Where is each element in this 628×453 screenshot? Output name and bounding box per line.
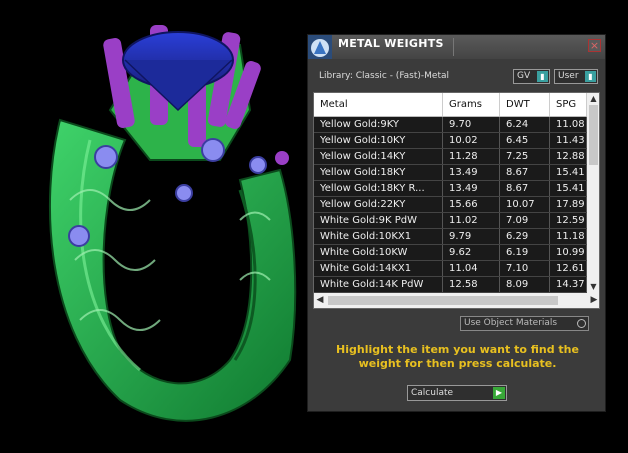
cell-metal: Yellow Gold:14KY [314, 149, 443, 164]
column-header-grams[interactable]: Grams [443, 93, 500, 116]
flask-icon [308, 35, 332, 59]
cell-grams: 12.58 [443, 277, 500, 292]
cell-spg: 15.41 [550, 181, 587, 196]
calculate-button[interactable]: Calculate ▶ [407, 385, 507, 401]
play-icon: ▶ [493, 387, 505, 399]
cell-dwt: 6.45 [500, 133, 550, 148]
cell-dwt: 6.24 [500, 117, 550, 132]
metal-weights-panel: METAL WEIGHTS × Library: Classic - (Fast… [307, 34, 606, 412]
user-select[interactable]: User ▮ [554, 69, 598, 84]
panel-title: METAL WEIGHTS [338, 37, 444, 50]
table-row[interactable]: Yellow Gold:10KY 10.02 6.45 11.43 [314, 133, 587, 149]
table-row[interactable]: White Gold:10KX1 9.79 6.29 11.18 [314, 229, 587, 245]
cell-grams: 9.70 [443, 117, 500, 132]
table-row[interactable]: Yellow Gold:14KY 11.28 7.25 12.88 [314, 149, 587, 165]
dropdown-icon: ▮ [537, 71, 548, 82]
table-row[interactable]: White Gold:14K PdW 12.58 8.09 14.37 [314, 277, 587, 293]
cell-dwt: 7.10 [500, 261, 550, 276]
gv-select[interactable]: GV ▮ [513, 69, 550, 84]
cell-metal: Yellow Gold:9KY [314, 117, 443, 132]
column-header-spg[interactable]: SPG [550, 93, 587, 116]
cell-metal: Yellow Gold:22KY [314, 197, 443, 212]
table-row[interactable]: White Gold:10KW 9.62 6.19 10.99 [314, 245, 587, 261]
cell-dwt: 7.09 [500, 213, 550, 228]
cell-metal: White Gold:9K PdW [314, 213, 443, 228]
close-button[interactable]: × [588, 39, 601, 52]
scroll-left-icon[interactable]: ◀ [314, 293, 326, 308]
cell-spg: 15.41 [550, 165, 587, 180]
cell-metal: White Gold:10KW [314, 245, 443, 260]
vertical-scrollbar[interactable]: ▲ ▼ [587, 93, 599, 293]
gv-label: GV [517, 71, 531, 81]
panel-titlebar[interactable]: METAL WEIGHTS × [308, 35, 605, 59]
use-object-materials-label: Use Object Materials [464, 318, 558, 328]
cell-dwt: 8.09 [500, 277, 550, 292]
library-label: Library: Classic - (Fast)-Metal [319, 71, 450, 81]
cell-spg: 10.99 [550, 245, 587, 260]
cell-spg: 11.08 [550, 117, 587, 132]
scroll-thumb-horizontal[interactable] [328, 296, 558, 305]
metal-weights-table[interactable]: Metal Grams DWT SPG Yellow Gold:9KY 9.70 6… [313, 92, 600, 309]
table-row[interactable]: Yellow Gold:18KY R... 13.49 8.67 15.41 [314, 181, 587, 197]
table-header: Metal Grams DWT SPG [314, 93, 587, 117]
cell-grams: 11.02 [443, 213, 500, 228]
scroll-down-icon[interactable]: ▼ [587, 281, 599, 293]
cell-grams: 9.62 [443, 245, 500, 260]
cell-spg: 12.59 [550, 213, 587, 228]
cell-spg: 12.88 [550, 149, 587, 164]
cell-grams: 13.49 [443, 165, 500, 180]
cell-dwt: 10.07 [500, 197, 550, 212]
horizontal-scrollbar[interactable]: ◀ ▶ [314, 293, 599, 308]
table-row[interactable]: Yellow Gold:22KY 15.66 10.07 17.89 [314, 197, 587, 213]
cell-grams: 15.66 [443, 197, 500, 212]
cell-spg: 17.89 [550, 197, 587, 212]
cell-grams: 13.49 [443, 181, 500, 196]
cell-spg: 11.43 [550, 133, 587, 148]
scroll-up-icon[interactable]: ▲ [587, 93, 599, 105]
cell-grams: 9.79 [443, 229, 500, 244]
cell-dwt: 8.67 [500, 181, 550, 196]
cell-spg: 14.37 [550, 277, 587, 292]
title-divider [453, 38, 454, 56]
ring-render [49, 25, 297, 422]
cell-metal: White Gold:10KX1 [314, 229, 443, 244]
3d-viewport[interactable] [0, 0, 310, 449]
cell-metal: White Gold:14K PdW [314, 277, 443, 292]
cell-grams: 11.28 [443, 149, 500, 164]
cell-spg: 11.18 [550, 229, 587, 244]
user-label: User [558, 71, 579, 81]
instructions-text: Highlight the item you want to find the … [336, 343, 579, 370]
column-header-metal[interactable]: Metal [314, 93, 443, 116]
cell-metal: Yellow Gold:10KY [314, 133, 443, 148]
cell-dwt: 7.25 [500, 149, 550, 164]
cell-metal: Yellow Gold:18KY R... [314, 181, 443, 196]
cell-dwt: 8.67 [500, 165, 550, 180]
column-header-dwt[interactable]: DWT [500, 93, 550, 116]
cell-grams: 10.02 [443, 133, 500, 148]
cell-metal: White Gold:14KX1 [314, 261, 443, 276]
radio-icon[interactable] [577, 319, 586, 328]
cell-grams: 11.04 [443, 261, 500, 276]
scroll-thumb[interactable] [589, 105, 598, 165]
scroll-right-icon[interactable]: ▶ [588, 293, 599, 308]
table-row[interactable]: Yellow Gold:9KY 9.70 6.24 11.08 [314, 117, 587, 133]
dropdown-icon: ▮ [585, 71, 596, 82]
calculate-label: Calculate [411, 388, 454, 398]
cell-spg: 12.61 [550, 261, 587, 276]
cell-dwt: 6.19 [500, 245, 550, 260]
cell-dwt: 6.29 [500, 229, 550, 244]
use-object-materials-option[interactable]: Use Object Materials [460, 316, 589, 331]
table-row[interactable]: White Gold:14KX1 11.04 7.10 12.61 [314, 261, 587, 277]
table-row[interactable]: White Gold:9K PdW 11.02 7.09 12.59 [314, 213, 587, 229]
table-row[interactable]: Yellow Gold:18KY 13.49 8.67 15.41 [314, 165, 587, 181]
cell-metal: Yellow Gold:18KY [314, 165, 443, 180]
